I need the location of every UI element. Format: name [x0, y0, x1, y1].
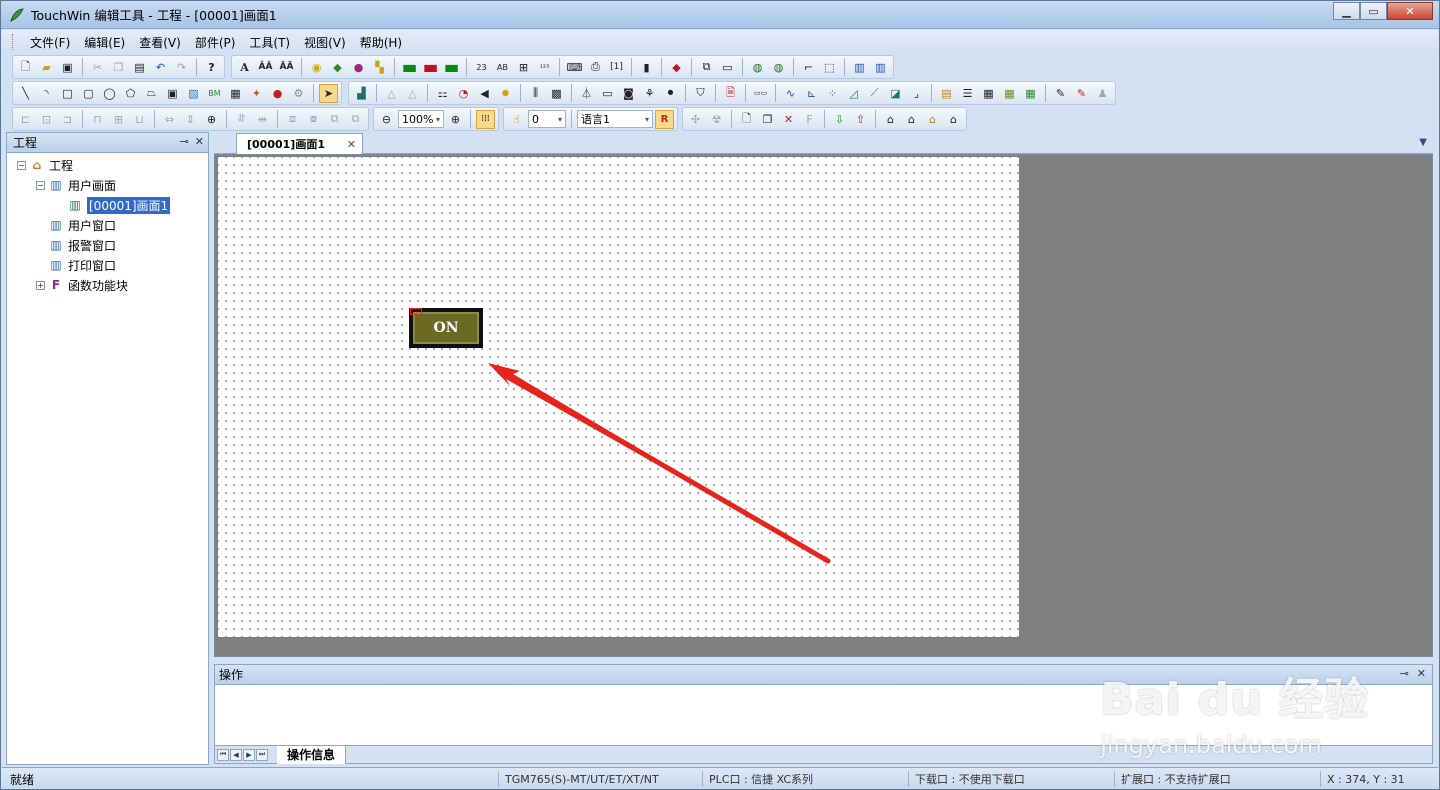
output-panel-title: 操作: [219, 668, 244, 682]
last-page-icon[interactable]: ⏭: [256, 748, 268, 761]
tab-operation-info[interactable]: 操作信息: [277, 745, 347, 764]
status-download-port: 下载口 : 不使用下载口: [908, 771, 1114, 787]
status-plc-port: PLC口 : 信捷 XC系列: [702, 771, 908, 787]
status-bar: 就绪 TGM765(S)-MT/UT/ET/XT/NT PLC口 : 信捷 XC…: [2, 767, 1438, 789]
output-panel-header: 操作 ⊸ ✕: [215, 665, 1432, 685]
output-tabs: ⏮ ◀ ▶ ⏭ 操作信息: [215, 745, 1432, 764]
status-model: TGM765(S)-MT/UT/ET/XT/NT: [498, 771, 702, 787]
output-panel: 操作 ⊸ ✕ ⏮ ◀ ▶ ⏭ 操作信息: [214, 664, 1433, 764]
next-page-icon[interactable]: ▶: [243, 748, 255, 761]
prev-page-icon[interactable]: ◀: [230, 748, 242, 761]
close-icon[interactable]: ✕: [1417, 667, 1426, 680]
status-ready: 就绪: [10, 772, 35, 787]
status-expansion-port: 扩展口 : 不支持扩展口: [1114, 771, 1320, 787]
pin-icon[interactable]: ⊸: [1400, 667, 1409, 680]
first-page-icon[interactable]: ⏮: [217, 748, 229, 761]
status-coordinates: X : 374, Y : 31: [1320, 771, 1438, 787]
app-window: TouchWin 编辑工具 - 工程 - [00001]画面1 ▁ ▭ ✕ 文件…: [0, 0, 1440, 790]
